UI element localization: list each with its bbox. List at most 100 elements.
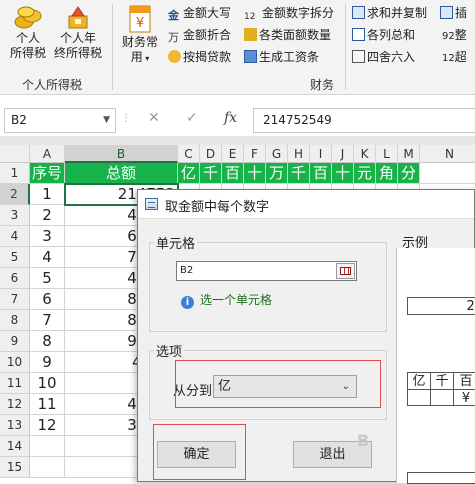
amount-convert-button[interactable]: 万金额折合 [168, 27, 231, 44]
row-header-7[interactable]: 7 [0, 289, 30, 310]
header-cell[interactable]: 元 [354, 163, 376, 184]
cell[interactable]: 5 [30, 268, 65, 289]
finance-common-button[interactable]: ¥ 财务常 用 ▾ [118, 4, 162, 66]
cell-ref-input[interactable]: B2 [176, 261, 357, 281]
cell[interactable] [30, 436, 65, 457]
watermark: B [357, 431, 370, 450]
insert-button[interactable]: 插 [440, 5, 467, 21]
select-all-corner[interactable] [0, 145, 30, 163]
ribbon-separator [112, 4, 113, 90]
amount-uppercase-label: 金额大写 [183, 6, 232, 20]
denomination-count-button[interactable]: 各类面额数量 [244, 27, 331, 43]
sum-copy-button[interactable]: 求和并复制 [352, 5, 427, 21]
row-header-13[interactable]: 13 [0, 415, 30, 436]
header-cell[interactable]: 百 [222, 163, 244, 184]
column-header-d[interactable]: D [200, 145, 222, 163]
header-cell[interactable]: 总额 [65, 163, 178, 184]
row-header-8[interactable]: 8 [0, 310, 30, 331]
cell[interactable]: 6 [30, 289, 65, 310]
integer-label: 整 [454, 28, 467, 42]
cancel-icon[interactable]: ✕ [148, 110, 160, 126]
cell[interactable]: 12 [30, 415, 65, 436]
column-header-b[interactable]: B [65, 145, 178, 163]
row-header-3[interactable]: 3 [0, 205, 30, 226]
coins-icon [14, 6, 42, 29]
cell[interactable]: 3 [30, 226, 65, 247]
exceed-button[interactable]: 12超 [442, 49, 467, 67]
column-header-j[interactable]: J [332, 145, 354, 163]
integer-button[interactable]: 92整 [442, 27, 467, 45]
header-cell[interactable]: 分 [398, 163, 420, 184]
split-digits-label: 金额数字拆分 [262, 6, 335, 20]
header-cell[interactable]: 十 [244, 163, 266, 184]
resize-handle-icon[interactable]: ⋮ [121, 113, 131, 124]
header-cell[interactable]: 十 [332, 163, 354, 184]
row-header-11[interactable]: 11 [0, 373, 30, 394]
header-cell[interactable]: 序号 [30, 163, 65, 184]
round-half-even-button[interactable]: 四舍六入 [352, 49, 415, 65]
column-header-f[interactable]: F [244, 145, 266, 163]
row-header-4[interactable]: 4 [0, 226, 30, 247]
header-cell[interactable]: 万 [266, 163, 288, 184]
row-header-15[interactable]: 15 [0, 457, 30, 478]
row-header-9[interactable]: 9 [0, 331, 30, 352]
row-header-1[interactable]: 1 [0, 163, 30, 184]
mortgage-button[interactable]: 按揭贷款 [168, 49, 231, 65]
dialog-title: 取金额中每个数字 [165, 200, 270, 215]
column-sum-button[interactable]: 各列总和 [352, 27, 415, 43]
column-header-a[interactable]: A [30, 145, 65, 163]
cell[interactable]: 7 [30, 310, 65, 331]
preview-header-1: 亿 [407, 372, 431, 390]
payslip-button[interactable]: 生成工资条 [244, 49, 319, 65]
column-header-c[interactable]: C [178, 145, 200, 163]
cell[interactable]: 1 [30, 184, 65, 205]
sum-copy-label: 求和并复制 [367, 6, 428, 20]
mortgage-label: 按揭贷款 [183, 50, 232, 64]
column-header-k[interactable]: K [354, 145, 376, 163]
header-cell[interactable]: 千 [288, 163, 310, 184]
preview-pane: 23 亿 千 百 ¥ [396, 248, 475, 484]
cell[interactable]: 11 [30, 394, 65, 415]
svg-text:¥: ¥ [136, 16, 144, 31]
check-icon[interactable]: ✓ [186, 110, 198, 126]
cell[interactable]: 4 [30, 247, 65, 268]
cell[interactable]: 8 [30, 331, 65, 352]
cell[interactable] [30, 457, 65, 478]
preview-header-2: 千 [430, 372, 454, 390]
header-cell[interactable] [420, 163, 475, 184]
row-header-10[interactable]: 10 [0, 352, 30, 373]
header-cell[interactable]: 角 [376, 163, 398, 184]
header-cell[interactable]: 亿 [178, 163, 200, 184]
chevron-down-icon: ▾ [142, 54, 150, 63]
row-header-5[interactable]: 5 [0, 247, 30, 268]
amount-uppercase-button[interactable]: 金金额大写 [168, 5, 232, 22]
function-icon[interactable]: fx [224, 110, 237, 126]
header-cell[interactable]: 百 [310, 163, 332, 184]
range-picker-button[interactable] [336, 263, 355, 279]
chevron-down-icon[interactable]: ▼ [103, 109, 110, 132]
uppercase-icon: 金 [168, 9, 179, 22]
cell[interactable]: 2 [30, 205, 65, 226]
row-header-6[interactable]: 6 [0, 268, 30, 289]
column-header-m[interactable]: M [398, 145, 420, 163]
insert-label: 插 [455, 6, 468, 20]
column-header-n[interactable]: N [420, 145, 475, 163]
formula-input[interactable]: 214752549 [253, 108, 475, 133]
column-header-e[interactable]: E [222, 145, 244, 163]
cell[interactable]: 10 [30, 373, 65, 394]
column-header-g[interactable]: G [266, 145, 288, 163]
name-box[interactable]: B2 ▼ [4, 108, 116, 133]
column-header-l[interactable]: L [376, 145, 398, 163]
row-header-14[interactable]: 14 [0, 436, 30, 457]
column-header-i[interactable]: I [310, 145, 332, 163]
personal-tax-button[interactable]: 个人 所得税 [6, 4, 50, 61]
row-header-2[interactable]: 2 [0, 184, 30, 205]
cell[interactable]: 9 [30, 352, 65, 373]
header-cell[interactable]: 千 [200, 163, 222, 184]
row-header-12[interactable]: 12 [0, 394, 30, 415]
dialog-title-bar: 取金额中每个数字 [138, 190, 474, 219]
split-digits-button[interactable]: 12 金额数字拆分 [244, 5, 334, 22]
year-end-tax-button[interactable]: 个人年 终所得税 [52, 4, 104, 61]
column-header-h[interactable]: H [288, 145, 310, 163]
round-icon [352, 50, 365, 63]
